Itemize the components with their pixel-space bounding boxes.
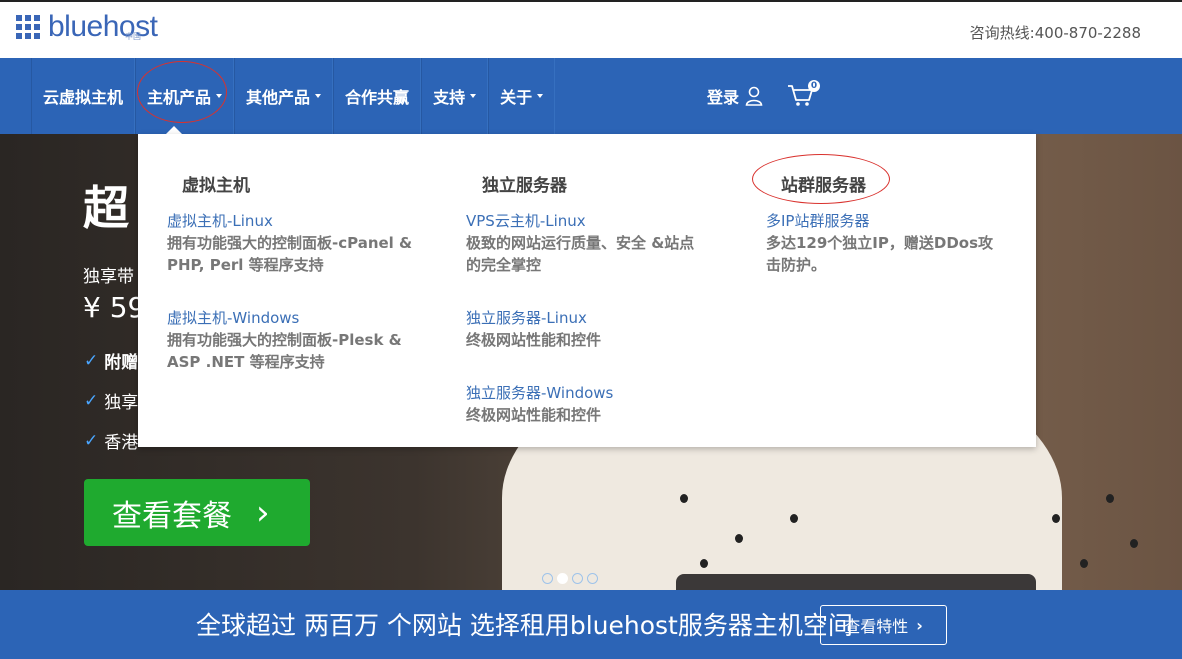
chevron-right-icon: › [256, 492, 270, 533]
chevron-right-icon: › [916, 615, 923, 635]
carousel-dots [542, 573, 602, 584]
check-icon: ✓ [84, 390, 99, 411]
logo-text: bluehost [48, 10, 158, 43]
link-vps-linux[interactable]: VPS云主机-Linux [466, 210, 586, 231]
dropdown-notch [166, 126, 182, 134]
desc-dedicated-windows: 终极网站性能和控件 [466, 406, 602, 424]
logo-subtitle: 中国 [125, 32, 141, 41]
column-title-virtual-hosting: 虚拟主机 [182, 176, 250, 196]
hero-feature: ✓ 独享 [84, 390, 139, 414]
column-title-site-cluster-server: 站群服务器 [781, 176, 866, 196]
nav-item-about[interactable]: 关于 [488, 58, 556, 134]
hosting-products-dropdown: 虚拟主机 虚拟主机-Linux 拥有功能强大的控制面板-cPanel & PHP… [138, 134, 1036, 447]
nav-item-hosting-products[interactable]: 主机产品 [135, 58, 235, 134]
bottom-slogan: 全球超过 两百万 个网站 选择租用bluehost服务器主机空间 [196, 611, 853, 640]
hero-title: 超 [83, 181, 129, 235]
caret-down-icon [216, 94, 223, 98]
desc-dedicated-linux: 终极网站性能和控件 [466, 331, 602, 349]
hero-subtitle: 独享带 [83, 267, 134, 287]
hotline: 咨询热线:400-870-2288 [970, 22, 1141, 43]
caret-down-icon [537, 94, 544, 98]
cart-count-badge: 0 [808, 80, 820, 92]
link-virtual-hosting-windows[interactable]: 虚拟主机-Windows [167, 307, 299, 328]
nav-item-partnership[interactable]: 合作共赢 [333, 58, 422, 134]
tablet-device [676, 574, 1036, 590]
check-icon: ✓ [84, 430, 99, 451]
top-bar: bluehost 中国 咨询热线:400-870-2288 [0, 0, 1182, 58]
logo-grid-icon [16, 15, 40, 39]
desc-vps-linux: 极致的网站运行质量、安全 &站点的完全掌控 [466, 234, 695, 274]
hero-feature: ✓ 附赠 [84, 350, 139, 374]
view-features-button[interactable]: 查看特性 › [820, 605, 947, 645]
bottom-banner: 全球超过 两百万 个网站 选择租用bluehost服务器主机空间 查看特性 › [0, 590, 1182, 659]
caret-down-icon [315, 94, 322, 98]
link-dedicated-linux[interactable]: 独立服务器-Linux [466, 307, 587, 328]
check-icon: ✓ [84, 350, 99, 371]
nav-item-other-products[interactable]: 其他产品 [234, 58, 334, 134]
carousel-dot[interactable] [587, 573, 598, 584]
hero-feature: ✓ 香港 [84, 430, 139, 454]
main-nav: 云虚拟主机 主机产品 其他产品 合作共赢 支持 关于 登录 0 [0, 58, 1182, 134]
link-dedicated-windows[interactable]: 独立服务器-Windows [466, 382, 613, 403]
column-title-dedicated-server: 独立服务器 [482, 176, 567, 196]
carousel-dot-active[interactable] [557, 573, 568, 584]
user-icon [745, 86, 763, 106]
nav-item-cloud-hosting[interactable]: 云虚拟主机 [31, 58, 136, 134]
carousel-dot[interactable] [572, 573, 583, 584]
link-multi-ip-cluster-server[interactable]: 多IP站群服务器 [766, 210, 869, 231]
view-plans-label: 查看套餐 [112, 498, 232, 534]
nav-item-support[interactable]: 支持 [421, 58, 489, 134]
caret-down-icon [470, 94, 477, 98]
login-link[interactable]: 登录 [707, 84, 763, 108]
desc-virtual-hosting-linux: 拥有功能强大的控制面板-cPanel & PHP, Perl 等程序支持 [167, 234, 413, 274]
desc-virtual-hosting-windows: 拥有功能强大的控制面板-Plesk & ASP .NET 等程序支持 [167, 331, 402, 371]
nav-menu: 云虚拟主机 主机产品 其他产品 合作共赢 支持 关于 [31, 58, 556, 134]
cart-button[interactable]: 0 [787, 80, 821, 112]
hotline-number: 400-870-2288 [1034, 24, 1141, 42]
view-plans-button[interactable]: 查看套餐 › [84, 479, 310, 546]
carousel-dot[interactable] [542, 573, 553, 584]
hero-price: ¥ 59 [83, 291, 146, 324]
hotline-label: 咨询热线: [969, 24, 1035, 42]
link-virtual-hosting-linux[interactable]: 虚拟主机-Linux [167, 210, 273, 231]
desc-multi-ip-cluster-server: 多达129个独立IP，赠送DDos攻击防护。 [766, 234, 994, 274]
